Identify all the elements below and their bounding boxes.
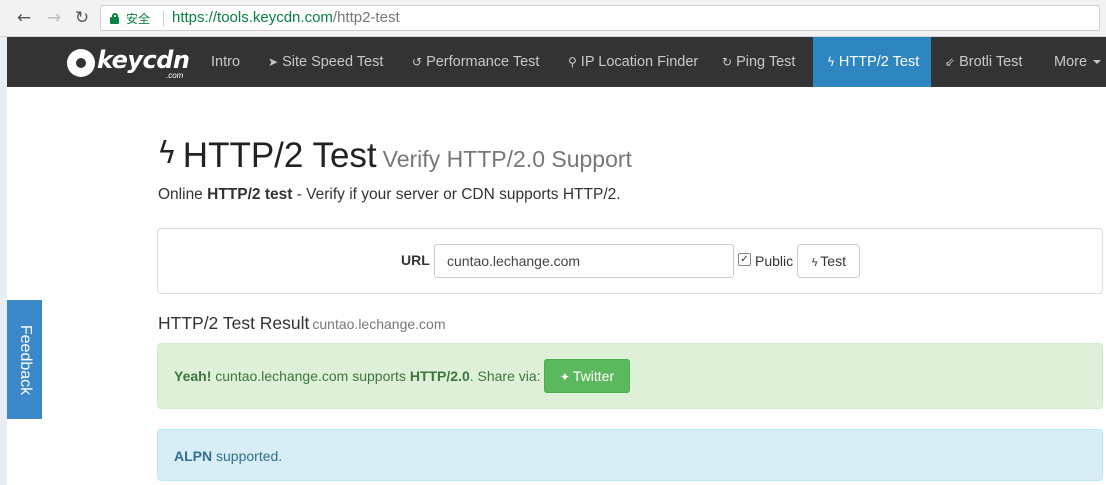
url-host: https://tools.keycdn.com: [172, 9, 333, 26]
reload-icon[interactable]: ↻: [70, 6, 94, 30]
nav-site-speed-test[interactable]: ➤ Site Speed Test: [254, 37, 397, 87]
success-mid: cuntao.lechange.com supports: [211, 368, 410, 384]
success-yeah: Yeah!: [174, 368, 212, 384]
secure-label: 安全: [126, 12, 151, 26]
page-lead: Online HTTP/2 test - Verify if your serv…: [158, 186, 621, 204]
nav-brotli-test[interactable]: ⇙ Brotli Test: [931, 37, 1036, 87]
keycdn-logo[interactable]: keycdn .com: [65, 46, 195, 80]
public-label: Public: [755, 253, 794, 269]
nav-ping-test[interactable]: ↻ Ping Test: [708, 37, 809, 87]
map-marker-icon: ⚲: [568, 55, 577, 69]
address-bar[interactable]: 安全 https://tools.keycdn.com/http2-test: [100, 5, 1100, 31]
feedback-tab[interactable]: Feedback: [7, 300, 42, 419]
logo-subtext: .com: [166, 71, 184, 80]
feedback-label: Feedback: [16, 324, 34, 395]
test-button-label: Test: [820, 253, 846, 269]
forward-arrow-icon[interactable]: →: [42, 6, 66, 30]
compress-icon: ⇙: [945, 55, 956, 69]
test-button[interactable]: ϟ Test: [797, 244, 860, 278]
result-heading: HTTP/2 Test Result cuntao.lechange.com: [158, 313, 445, 334]
success-message: Yeah! cuntao.lechange.com supports HTTP/…: [174, 368, 541, 384]
alpn-message: ALPN supported.: [174, 448, 282, 464]
nav-intro[interactable]: Intro: [197, 37, 254, 87]
address-separator: [163, 11, 164, 26]
success-protocol: HTTP/2.0: [409, 368, 470, 384]
url-input[interactable]: [434, 244, 734, 278]
page-subtitle: Verify HTTP/2.0 Support: [382, 146, 632, 172]
lock-icon: [110, 13, 119, 24]
url-path: /http2-test: [332, 9, 400, 26]
alpn-bold: ALPN: [174, 448, 213, 464]
caret-down-icon: [1093, 60, 1102, 65]
lead-suffix: - Verify if your server or CDN supports …: [292, 186, 621, 203]
page-title-text: HTTP/2 Test: [182, 136, 377, 175]
twitter-share-button[interactable]: ✦ Twitter: [544, 359, 630, 393]
history-icon: ↺: [412, 55, 423, 69]
nav-site-speed-label: Site Speed Test: [282, 54, 384, 70]
page-edge: [0, 37, 7, 485]
alpn-info-alert: ALPN supported.: [157, 429, 1103, 481]
test-form-panel: URL ✓ Public ϟTest: [157, 228, 1103, 294]
nav-intro-label: Intro: [211, 54, 241, 70]
address-url[interactable]: https://tools.keycdn.com/http2-test: [172, 9, 400, 26]
nav-more-label: More: [1054, 54, 1088, 70]
lead-bold: HTTP/2 test: [207, 186, 293, 203]
nav-brotli-label: Brotli Test: [959, 54, 1023, 70]
nav-http2-label: HTTP/2 Test: [838, 54, 920, 70]
nav-ip-location-label: IP Location Finder: [580, 54, 699, 70]
site-navbar: keycdn .com Intro ➤ Site Speed Test ↺ Perf…: [7, 37, 1106, 87]
bolt-icon: ϟ: [811, 256, 819, 269]
nav-ip-location-finder[interactable]: ⚲ IP Location Finder: [554, 37, 712, 87]
success-share: . Share via:: [469, 368, 541, 384]
result-domain: cuntao.lechange.com: [312, 316, 446, 332]
bolt-icon: ϟ: [827, 55, 835, 69]
rocket-icon: ➤: [268, 55, 279, 69]
public-checkbox[interactable]: ✓: [738, 253, 751, 266]
refresh-icon: ↻: [722, 55, 733, 69]
lead-prefix: Online: [158, 186, 208, 203]
page-title: ϟ HTTP/2 Test Verify HTTP/2.0 Support: [157, 136, 632, 176]
logo-key-icon: [67, 49, 95, 77]
nav-performance-label: Performance Test: [426, 54, 540, 70]
url-label: URL: [401, 252, 430, 268]
nav-ping-label: Ping Test: [736, 54, 796, 70]
browser-toolbar: ← → ↻ 安全 https://tools.keycdn.com/http2-…: [0, 0, 1106, 37]
twitter-label: Twitter: [572, 368, 615, 384]
bolt-icon: ϟ: [157, 136, 177, 171]
alpn-text: supported.: [212, 448, 283, 464]
nav-more-dropdown[interactable]: More: [1040, 37, 1106, 87]
logo-text: keycdn: [97, 46, 190, 74]
result-heading-text: HTTP/2 Test Result: [158, 313, 310, 333]
back-arrow-icon[interactable]: ←: [12, 6, 36, 30]
success-alert: Yeah! cuntao.lechange.com supports HTTP/…: [157, 343, 1103, 409]
twitter-icon: ✦: [559, 370, 570, 384]
nav-http2-test[interactable]: ϟ HTTP/2 Test: [813, 37, 931, 87]
nav-performance-test[interactable]: ↺ Performance Test: [398, 37, 553, 87]
